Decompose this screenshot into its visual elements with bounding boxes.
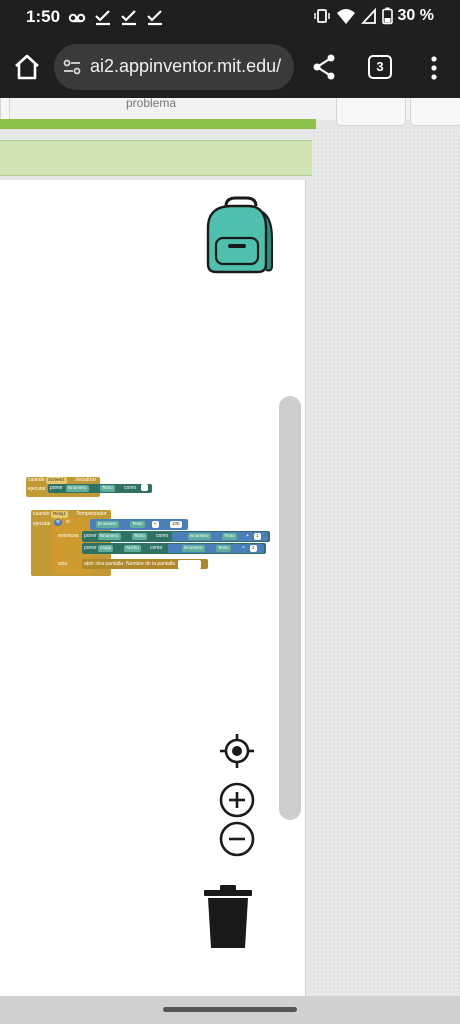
battery-icon xyxy=(381,7,393,25)
url-bar[interactable]: ai2.appinventor.mit.edu/ xyxy=(54,44,294,90)
block-set-label: poner xyxy=(50,485,63,491)
block-var-field[interactable]: lvnumero xyxy=(188,533,211,540)
block-var-field[interactable]: lvnumero xyxy=(182,545,205,552)
multiply-block[interactable]: lvnumero Texto × 2 xyxy=(168,544,264,553)
block-as-label: como xyxy=(124,485,137,491)
open-screen-block[interactable]: abrir otra pantalla Nombre de la pantall… xyxy=(82,559,208,569)
block-var-field[interactable]: lvnumero xyxy=(66,485,89,492)
block-component-field[interactable]: Reloj1 xyxy=(51,511,68,518)
block-set-label: poner xyxy=(84,545,97,551)
gesture-handle[interactable] xyxy=(163,1007,297,1012)
block-then-label: entonces xyxy=(58,533,79,539)
compare-block[interactable]: lvnumero Texto < 100 xyxy=(90,519,188,530)
status-time: 1:50 xyxy=(26,7,61,26)
block-else-label: sino xyxy=(58,561,68,567)
block-prop-field[interactable]: Texto xyxy=(216,545,231,552)
backpack-icon[interactable] xyxy=(200,194,280,276)
more-options-icon[interactable] xyxy=(424,54,444,82)
check-icon xyxy=(147,10,162,26)
block-var-field[interactable]: lvnumero xyxy=(96,521,119,528)
block-var-field[interactable]: lvnumero xyxy=(98,533,121,540)
properties-panel-background xyxy=(312,130,460,996)
block-as-label: como xyxy=(150,545,163,551)
signal-icon xyxy=(360,7,376,24)
status-bar: 1:50 30 % xyxy=(0,0,460,36)
add-block[interactable]: lvnumero Texto + 1 xyxy=(172,532,268,541)
tab-fragment-right-2[interactable] xyxy=(410,98,460,126)
block-screen-label: Nombre de la pantalla xyxy=(126,561,175,567)
workspace-scrollbar[interactable] xyxy=(279,396,301,820)
block-when-label: cuando xyxy=(28,477,45,483)
system-icons: 30 % xyxy=(313,7,434,25)
vibrate-icon xyxy=(313,9,330,23)
block-set-label: poner xyxy=(84,533,97,539)
block-number-value[interactable]: 1 xyxy=(254,533,261,540)
url-text[interactable]: ai2.appinventor.mit.edu/ xyxy=(90,56,281,77)
block-open-label: abrir otra pantalla xyxy=(84,561,123,567)
block-do-label: ejecutar xyxy=(28,486,46,492)
block-prop-field[interactable]: Texto xyxy=(100,485,115,492)
set-text-block[interactable]: poner lvnumero Texto como lvnumero Texto… xyxy=(82,531,270,542)
block-component-field[interactable]: Screen1 xyxy=(46,477,67,484)
project-tab-label[interactable]: problema xyxy=(126,96,176,110)
battery-percent: 30 % xyxy=(397,7,434,24)
zoom-in-icon[interactable] xyxy=(218,781,256,819)
block-number-value[interactable]: 100 xyxy=(170,521,182,528)
tab-fragment-right-1[interactable] xyxy=(336,98,406,126)
block-times-label: × xyxy=(242,545,245,551)
set-width-block[interactable]: poner carga Ancho como lvnumero Texto × … xyxy=(82,543,266,554)
block-event-label: .Inicializar xyxy=(74,477,97,483)
blocks-workspace[interactable]: cuando Screen1 .Inicializar ejecutar pon… xyxy=(0,180,306,996)
recenter-icon[interactable] xyxy=(218,732,256,770)
green-accent-bar xyxy=(0,119,316,129)
designer-toolbar-band xyxy=(0,140,312,176)
block-prop-field[interactable]: Texto xyxy=(132,533,147,540)
block-prop-field[interactable]: Texto xyxy=(222,533,237,540)
wifi-icon xyxy=(336,9,355,24)
check-icon xyxy=(95,10,110,26)
block-event-label: .Temporizador xyxy=(75,511,107,517)
block-if-label: si xyxy=(66,519,70,525)
set-text-block[interactable]: poner lvnumero Texto como 0 xyxy=(48,484,152,493)
trash-icon[interactable] xyxy=(202,884,254,950)
zoom-out-icon[interactable] xyxy=(218,820,256,858)
block-text-value[interactable]: Screen2 xyxy=(178,560,201,569)
gear-icon[interactable]: ⚙ xyxy=(54,519,63,526)
block-number-value[interactable]: 2 xyxy=(250,545,257,552)
share-icon[interactable] xyxy=(310,52,338,82)
block-prop-field[interactable]: Ancho xyxy=(124,545,141,552)
block-do-label: ejecutar xyxy=(33,521,51,527)
block-as-label: como xyxy=(156,533,169,539)
browser-toolbar: ai2.appinventor.mit.edu/ 3 xyxy=(0,36,460,98)
block-plus-label: + xyxy=(246,533,249,539)
site-settings-icon[interactable] xyxy=(62,57,82,77)
block-number-value[interactable]: 0 xyxy=(141,484,148,491)
home-icon[interactable] xyxy=(12,52,42,82)
block-operator-field[interactable]: < xyxy=(152,521,159,528)
block-when-label: cuando xyxy=(33,511,50,517)
tab-switcher-button[interactable]: 3 xyxy=(368,55,392,79)
check-icon xyxy=(121,10,136,26)
notification-icons xyxy=(68,8,164,26)
voicemail-icon xyxy=(68,13,86,23)
block-prop-field[interactable]: Texto xyxy=(130,521,145,528)
block-var-field[interactable]: carga xyxy=(98,545,114,552)
